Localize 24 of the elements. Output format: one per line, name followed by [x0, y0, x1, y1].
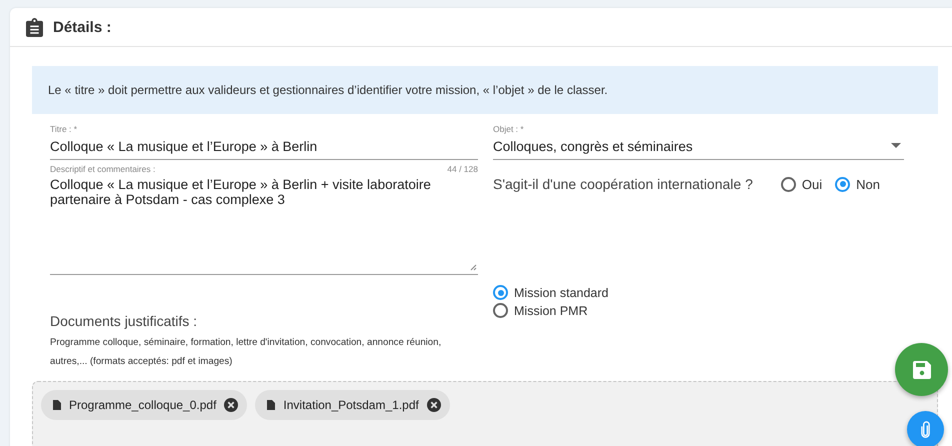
radio-option[interactable]: Mission PMR: [493, 303, 891, 318]
documents-hint: Programme colloque, séminaire, formation, lettre d'invitation, convocation, annonce réunion, autres,... (formats acceptés: pdf et images): [50, 336, 442, 369]
documents-title: Documents justificatifs :: [50, 313, 198, 329]
save-icon: [912, 360, 930, 378]
file-icon: [53, 400, 61, 410]
remove-icon[interactable]: [426, 398, 441, 412]
paperclip-icon: [921, 420, 930, 438]
dropdown-caret-icon: [891, 143, 901, 148]
radio-option[interactable]: Oui: [780, 176, 822, 192]
description-field[interactable]: Descriptif et commentaires : 44 / 128 Colloque « La musique et l’Europe » à Berlin + visite laboratoire partenaire à Potsdam - cas complexe 3: [50, 163, 478, 275]
card-title: Détails :: [53, 18, 112, 36]
file-icon: [267, 400, 276, 410]
title-field[interactable]: Titre : * Colloque « La musique et l’Europe » à Berlin: [50, 123, 478, 160]
info-banner: Le « titre » doit permettre aux valideurs et gestionnaires d’identifier votre mission, « l’objet » de le classer.: [32, 66, 938, 114]
radio-option[interactable]: Non: [835, 176, 880, 192]
file-chip[interactable]: Invitation_Potsdam_1.pdf: [255, 390, 450, 420]
clipboard-icon: [26, 18, 43, 36]
object-dropdown[interactable]: Objet : * Colloques, congrès et séminaires: [493, 123, 904, 160]
cooperation-question: S'agit-il d'une coopération internationale ?: [493, 176, 753, 192]
remove-icon[interactable]: [224, 398, 238, 412]
file-chip[interactable]: Programme_colloque_0.pdf: [41, 390, 248, 420]
file-dropzone[interactable]: Programme_colloque_0.pdf Invitation_Potsdam_1.pdf: [32, 381, 938, 446]
radio-option[interactable]: Mission standard: [493, 285, 891, 300]
resize-handle-icon[interactable]: [469, 263, 477, 271]
